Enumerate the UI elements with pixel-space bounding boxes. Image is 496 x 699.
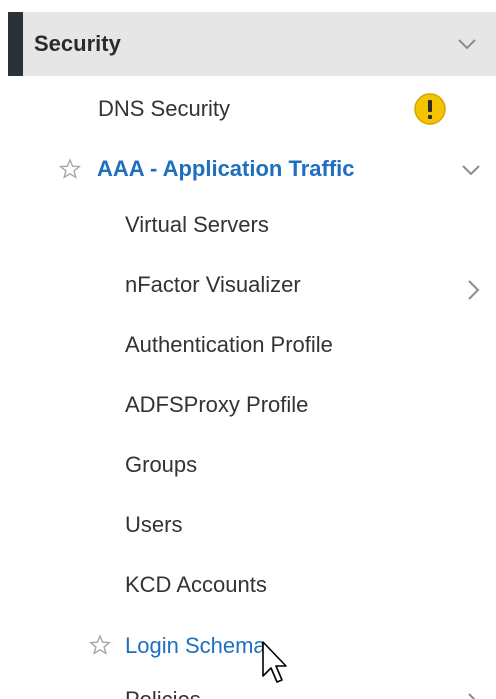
star-icon[interactable] xyxy=(89,634,111,656)
nav-item-authentication-profile[interactable]: Authentication Profile xyxy=(125,330,333,360)
star-icon[interactable] xyxy=(59,158,81,180)
chevron-down-icon[interactable] xyxy=(454,31,480,57)
nav-item-virtual-servers[interactable]: Virtual Servers xyxy=(125,210,269,240)
section-accent-bar xyxy=(8,12,23,76)
section-security-label: Security xyxy=(34,31,121,56)
nav-item-groups[interactable]: Groups xyxy=(125,450,197,480)
chevron-right-icon[interactable] xyxy=(460,277,486,303)
nav-item-nfactor-visualizer[interactable]: nFactor Visualizer xyxy=(125,270,301,300)
chevron-right-icon[interactable] xyxy=(460,690,486,699)
warning-icon xyxy=(414,93,446,125)
nav-item-policies[interactable]: Policies xyxy=(125,685,201,699)
nav-row-policies: Policies xyxy=(0,685,496,699)
nav-item-adfsproxy-profile[interactable]: ADFSProxy Profile xyxy=(125,390,308,420)
chevron-down-icon[interactable] xyxy=(458,157,484,183)
nav-item-dns-security[interactable]: DNS Security xyxy=(98,94,230,124)
nav-item-aaa-application-traffic[interactable]: AAA - Application Traffic xyxy=(97,154,355,184)
nav-item-users[interactable]: Users xyxy=(125,510,182,540)
navigation-tree: Security DNS Security AAA - Application … xyxy=(0,0,496,699)
nav-item-login-schema[interactable]: Login Schema xyxy=(125,631,266,661)
mouse-pointer-icon xyxy=(262,641,287,683)
section-security[interactable]: Security xyxy=(8,12,496,76)
nav-item-kcd-accounts[interactable]: KCD Accounts xyxy=(125,570,267,600)
